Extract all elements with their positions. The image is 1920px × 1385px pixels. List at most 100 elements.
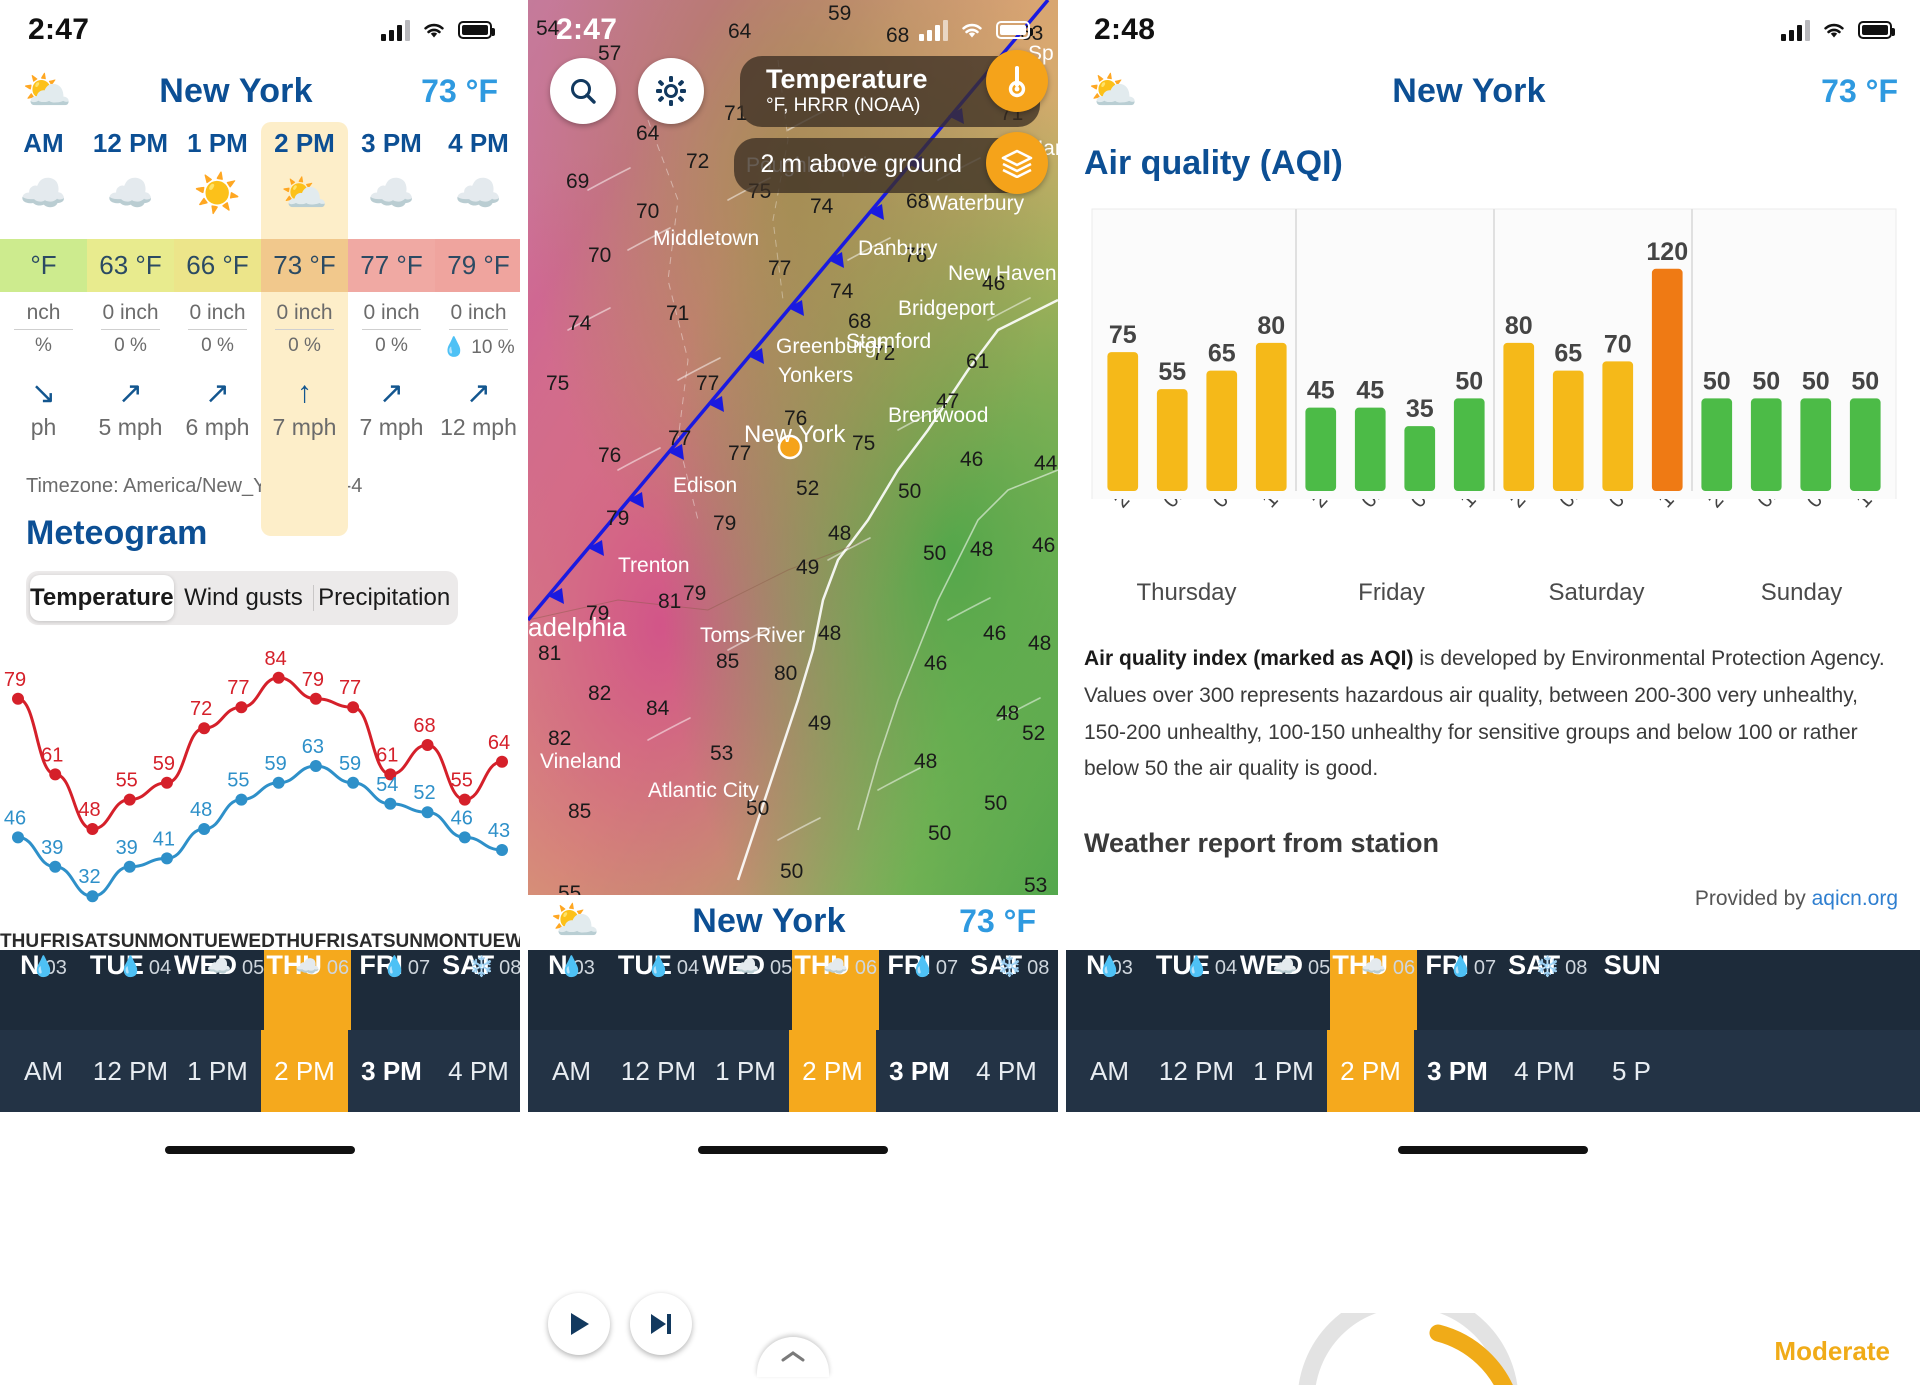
aqi-bar[interactable] [1800, 398, 1832, 491]
svg-text:80: 80 [774, 662, 797, 685]
layers-button[interactable] [986, 132, 1048, 194]
aqi-bar[interactable] [1849, 398, 1881, 491]
meteogram-day-7[interactable]: THU 13 ☀️ [275, 931, 314, 1003]
hour-cell-3[interactable]: ⛅ [261, 169, 348, 239]
data-point [272, 671, 285, 684]
playback-controls[interactable] [548, 1293, 692, 1355]
tab-precipitation[interactable]: Precipitation [314, 575, 454, 621]
aqi-bar[interactable] [1503, 342, 1535, 491]
hour-cell-1[interactable]: ☁️ [87, 169, 174, 239]
meteogram-day-12[interactable]: TUE 18 🌤️ [467, 931, 505, 1003]
hourly-forecast-strip[interactable]: AM12 PM1 PM2 PM3 PM4 PM5 P ☁️☁️☀️⛅☁️☁️☁️… [0, 122, 520, 536]
thermometer-button[interactable] [986, 50, 1048, 112]
weather-icon: ⛅ [22, 69, 72, 113]
hour-cell-3[interactable]: 73 °F [261, 239, 348, 292]
day-number: 15 [354, 953, 375, 973]
meteogram-day-8[interactable]: FRI 14 ☀️ [314, 931, 346, 1003]
aqi-bar[interactable] [1305, 407, 1337, 491]
meteogram-tabs[interactable]: Temperature Wind gusts Precipitation [26, 571, 458, 625]
layers-icon [1001, 149, 1033, 178]
city-name-2[interactable]: New York [622, 902, 916, 941]
svg-text:53: 53 [710, 742, 733, 765]
day-number: 09 [118, 953, 139, 973]
aqi-bar[interactable] [1354, 407, 1386, 491]
hour-cell-2[interactable]: 66 °F [174, 239, 261, 292]
aqi-bar[interactable] [1107, 352, 1139, 491]
precip-percent: 0 % [375, 335, 408, 356]
city-name-3[interactable]: New York [1160, 72, 1778, 111]
aqicn-link[interactable]: aqicn.org [1812, 887, 1898, 910]
hour-cell-0[interactable]: °F [0, 239, 87, 292]
meteogram-day-0[interactable]: THU 06 ☁️ [0, 931, 39, 1003]
meteogram-day-9[interactable]: SAT 15 ☁️ [346, 931, 383, 1003]
city-name[interactable]: New York [94, 72, 378, 111]
meteogram-day-4[interactable]: MON 10 ☀️ [148, 931, 192, 1003]
hour-cell-1[interactable]: 63 °F [87, 239, 174, 292]
hour-cell-2[interactable]: 1 PM [174, 122, 261, 169]
data-label: 41 [153, 828, 175, 850]
aqi-bar[interactable] [1552, 370, 1584, 491]
layer-chip-level[interactable]: 2 m above ground [734, 132, 1048, 194]
aqi-group-friday: Friday [1358, 579, 1425, 606]
hour-temp: 77 °F [348, 239, 435, 292]
meteogram-day-10[interactable]: SUN 16 ☁️ [383, 931, 423, 1003]
status-time-3: 2:48 [1094, 13, 1156, 46]
hour-cell-4[interactable]: 3 PM [348, 122, 435, 169]
map-canvas[interactable]: 545764 697070 747576 797981 828285 55818… [528, 0, 1058, 895]
layer-chip-temperature[interactable]: Temperature °F, HRRR (NOAA) [740, 50, 1048, 127]
day-weather-icon: 🌤️ [236, 973, 269, 1003]
map-tools[interactable] [550, 58, 704, 124]
aqi-bar[interactable] [1404, 426, 1436, 491]
hour-label: 2 PM [274, 128, 335, 158]
meteogram-day-6[interactable]: WED 12 🌤️ [230, 931, 274, 1003]
expand-sheet-handle[interactable] [757, 1337, 829, 1377]
meteogram-day-axis: THU 06 ☁️ FRI 07 ☁️ SAT 08 🌤️ SUN 09 ☀️ MON 10 ☀️ TUE 11… [0, 931, 520, 1003]
aqi-bar[interactable] [1156, 389, 1188, 491]
day-number: 08 [79, 953, 100, 973]
aqi-bar[interactable] [1206, 370, 1238, 491]
precip-amount: 0 inch [189, 301, 246, 324]
hour-cell-0[interactable]: ☁️ [0, 169, 87, 239]
svg-text:79: 79 [713, 512, 736, 535]
hour-cell-0[interactable]: AM [0, 122, 87, 169]
meteogram-day-13[interactable]: WED19🌤️ [505, 931, 520, 1003]
tab-temperature[interactable]: Temperature [30, 575, 174, 621]
play-button[interactable] [548, 1293, 610, 1355]
aqi-bar[interactable] [1651, 268, 1683, 491]
day-weekday: SUN [382, 931, 423, 952]
hour-cell-4[interactable]: ☁️ [348, 169, 435, 239]
wind-cell-4: ↗ 7 mph [348, 368, 435, 449]
current-temperature: 73 °F [421, 72, 498, 109]
weather-map[interactable]: 54 57 64 69 70 70 74 75 76 79 79 81 82 82 85 55 81 8… [528, 0, 1058, 1385]
meteogram-day-5[interactable]: TUE 11 ☀️ [192, 931, 230, 1003]
data-label: 52 [413, 782, 435, 804]
meteogram-day-1[interactable]: FRI 07 ☁️ [39, 931, 71, 1003]
aqi-bar[interactable] [1750, 398, 1782, 491]
hour-cell-5[interactable]: 4 PM [435, 122, 520, 169]
aqi-bar[interactable] [1453, 398, 1485, 491]
settings-button[interactable] [638, 58, 704, 124]
aqi-bar[interactable] [1602, 361, 1634, 491]
day-weekday: WED [230, 931, 275, 952]
meteogram-day-11[interactable]: MON 17 🌤️ [423, 931, 467, 1003]
step-forward-button[interactable] [630, 1293, 692, 1355]
aqi-bar[interactable] [1701, 398, 1733, 491]
svg-text:46: 46 [924, 652, 947, 675]
data-point [86, 823, 99, 835]
panel-divider-1 [520, 0, 528, 1385]
hour-cell-4[interactable]: 77 °F [348, 239, 435, 292]
meteogram-day-2[interactable]: SAT 08 🌤️ [71, 931, 108, 1003]
hour-cell-3[interactable]: 2 PM [261, 122, 348, 169]
tab-wind-gusts[interactable]: Wind gusts [174, 575, 314, 621]
precip-amount: 0 inch [363, 301, 420, 324]
hour-cell-1[interactable]: 12 PM [87, 122, 174, 169]
hour-cell-5[interactable]: ☁️ [435, 169, 520, 239]
aqi-bar[interactable] [1255, 342, 1287, 491]
hour-cell-2[interactable]: ☀️ [174, 169, 261, 239]
search-button[interactable] [550, 58, 616, 124]
hour-cell-5[interactable]: 79 °F [435, 239, 520, 292]
day-weather-icon: 🌤️ [470, 973, 503, 1003]
meteogram-day-3[interactable]: SUN 09 ☀️ [108, 931, 148, 1003]
day-number: 13 [284, 953, 305, 973]
aqi-bar-label: 80 [1505, 312, 1533, 340]
